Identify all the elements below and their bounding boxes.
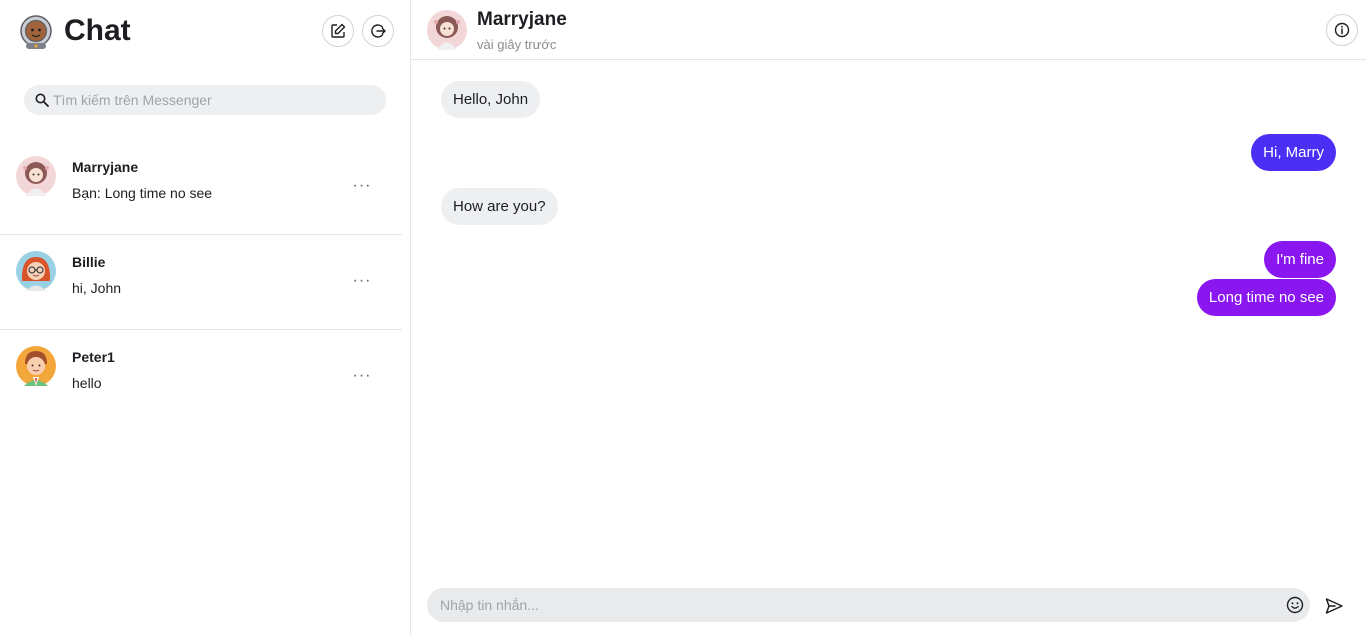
smiley-icon[interactable]	[1286, 596, 1304, 614]
message-composer[interactable]	[427, 588, 1310, 622]
conversation-info-button[interactable]	[1326, 14, 1358, 46]
outgoing-message: I'm fine	[1264, 241, 1336, 278]
search-bar[interactable]	[24, 85, 386, 115]
chat-header: Marryjane vài giây trước	[411, 0, 1366, 60]
conversation-name: Peter1	[72, 349, 115, 365]
conversation-name: Billie	[72, 254, 106, 270]
conversation-preview: hi, John	[72, 280, 122, 296]
messenger-app: Chat Tìm kiếm trên Messenger Marryjane B…	[0, 0, 1366, 635]
billie-avatar	[16, 251, 56, 291]
peter-avatar	[16, 346, 56, 386]
message-thread: Hello, John Hi, Marry How are you? I'm f…	[411, 60, 1366, 580]
search-icon	[35, 93, 49, 107]
conversation-name: Marryjane	[72, 159, 139, 175]
contact-name: Marryjane	[477, 9, 567, 30]
conversation-item[interactable]: Peter1 hello ···	[0, 330, 402, 425]
conversation-item[interactable]: Marryjane Bạn: Long time no see ···	[0, 140, 402, 235]
incoming-message: How are you?	[441, 188, 558, 225]
logout-icon	[371, 24, 386, 38]
more-options-button[interactable]: ···	[352, 366, 372, 386]
edit-icon	[331, 23, 346, 38]
marryjane-avatar	[16, 156, 56, 196]
more-options-button[interactable]: ···	[352, 176, 372, 196]
app-title: Chat	[64, 14, 131, 47]
chat-pane: Marryjane vài giây trước Hello, John Hi,…	[411, 0, 1366, 635]
more-options-button[interactable]: ···	[352, 271, 372, 291]
outgoing-message: Long time no see	[1196, 279, 1336, 316]
sidebar-header: Chat	[0, 0, 410, 64]
conversation-item[interactable]: Billie hi, John ···	[0, 235, 402, 330]
search-input[interactable]	[53, 92, 373, 108]
conversation-preview: hello	[72, 375, 102, 391]
conversation-list: Marryjane Bạn: Long time no see ··· Bill…	[0, 140, 402, 425]
info-icon	[1334, 22, 1350, 38]
logout-button[interactable]	[362, 15, 394, 47]
outgoing-message: Hi, Marry	[1251, 134, 1336, 171]
conversation-sidebar: Chat Tìm kiếm trên Messenger Marryjane B…	[0, 0, 411, 635]
conversation-preview: Bạn: Long time no see	[72, 185, 213, 201]
last-active-status: vài giây trước	[477, 37, 557, 52]
incoming-message: Hello, John	[441, 81, 541, 118]
send-icon[interactable]	[1324, 596, 1344, 616]
new-message-button[interactable]	[322, 15, 354, 47]
astronaut-logo-icon	[20, 15, 52, 49]
contact-avatar[interactable]	[427, 10, 467, 50]
message-input[interactable]	[440, 597, 1260, 613]
